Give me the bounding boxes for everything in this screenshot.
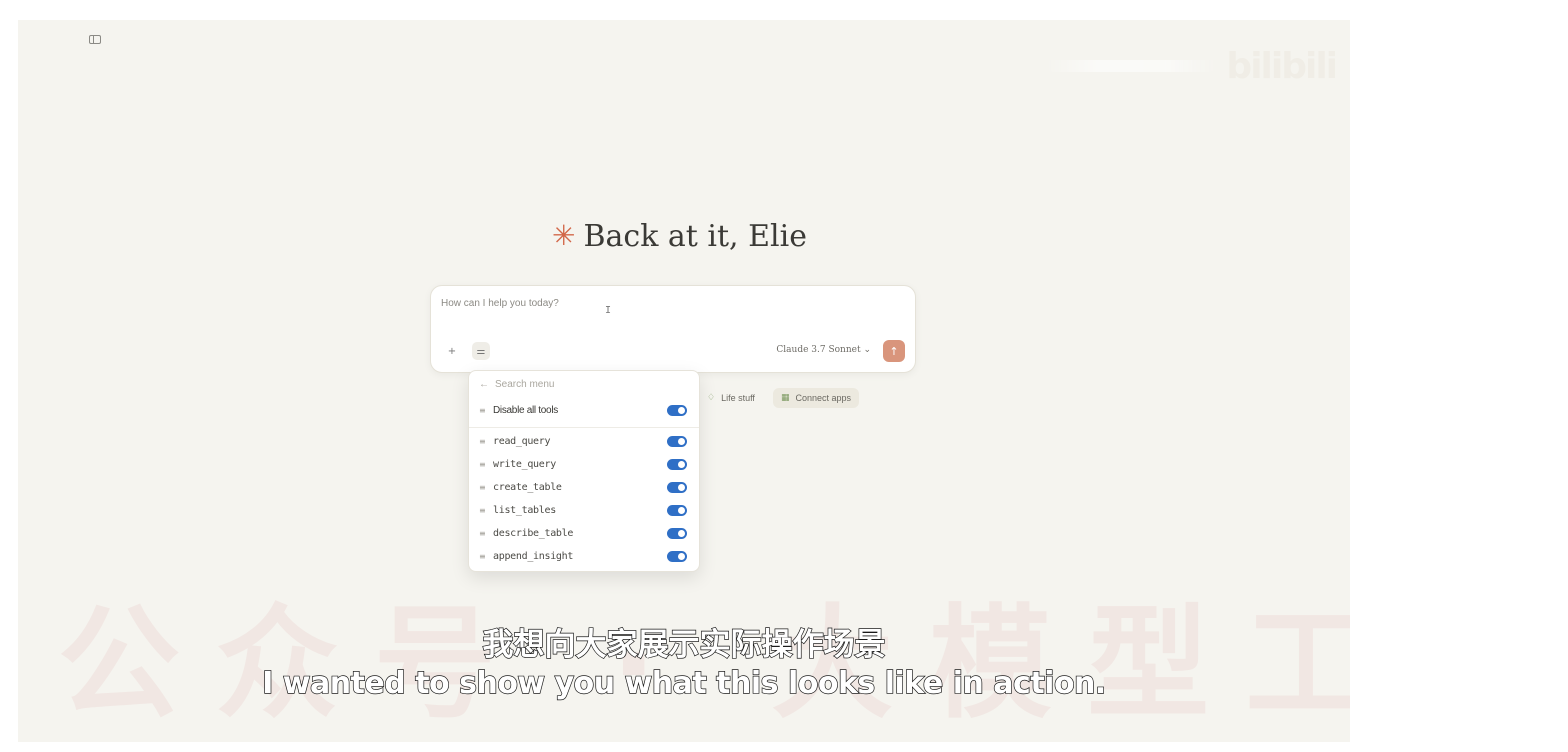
tool-icon: ≡ [479, 528, 486, 538]
watermark-blur [1046, 60, 1217, 72]
life-icon: ♢ [707, 393, 716, 403]
tool-row-list-tables[interactable]: ≡ list_tables [479, 501, 691, 519]
model-name: Claude 3.7 Sonnet [776, 345, 861, 355]
menu-divider [469, 427, 699, 428]
tool-name: describe_table [493, 527, 574, 539]
tool-name: create_table [493, 481, 562, 493]
menu-search-input[interactable]: Search menu [495, 379, 554, 390]
subtitle-english: I wanted to show you what this looks lik… [261, 665, 1107, 701]
tool-icon: ≡ [479, 436, 486, 446]
tool-row-write-query[interactable]: ≡ write_query [479, 455, 691, 473]
tool-name: list_tables [493, 504, 556, 516]
tools-icon: ≡ [479, 405, 486, 415]
chevron-down-icon: ⌄ [863, 345, 871, 355]
chip-life-stuff[interactable]: ♢ Life stuff [699, 388, 763, 408]
tools-dropdown: ← Search menu ≡ Disable all tools ≡ read… [468, 370, 700, 572]
plus-icon: + [447, 345, 457, 357]
tool-row-create-table[interactable]: ≡ create_table [479, 478, 691, 496]
tool-toggle[interactable] [667, 527, 687, 539]
tool-name: append_insight [493, 550, 574, 562]
message-composer[interactable]: How can I help you today? I + ⚌ Claude 3… [430, 285, 916, 373]
add-attachment-button[interactable]: + [443, 342, 461, 360]
tool-toggle[interactable] [667, 435, 687, 447]
subtitle-chinese: 我想向大家展示实际操作场景 [482, 626, 886, 663]
chip-label: Life stuff [721, 393, 755, 403]
send-button[interactable]: ↑ [883, 340, 905, 362]
sliders-icon: ⚌ [476, 345, 486, 357]
message-input[interactable]: How can I help you today? [441, 298, 559, 309]
tool-icon: ≡ [479, 459, 486, 469]
disable-all-label: Disable all tools [493, 404, 558, 416]
chip-connect-apps[interactable]: ▦ Connect apps [772, 388, 859, 408]
greeting: ✳ Back at it, Elie [552, 216, 807, 256]
menu-search[interactable]: ← Search menu [479, 379, 554, 390]
tool-icon: ≡ [479, 482, 486, 492]
disable-all-toggle[interactable] [667, 404, 687, 416]
back-arrow-icon[interactable]: ← [479, 379, 489, 390]
tool-toggle[interactable] [667, 504, 687, 516]
tool-row-append-insight[interactable]: ≡ append_insight [479, 547, 691, 565]
disable-all-tools-row[interactable]: ≡ Disable all tools [479, 401, 691, 419]
brand-watermark: bilibili [1226, 45, 1338, 87]
app-window: bilibili ✳ Back at it, Elie How can I he… [18, 20, 1350, 742]
tools-menu-button[interactable]: ⚌ [472, 342, 490, 360]
model-selector[interactable]: Claude 3.7 Sonnet ⌄ [776, 345, 871, 355]
tool-icon: ≡ [479, 551, 486, 561]
text-cursor-icon: I [605, 305, 612, 316]
tool-icon: ≡ [479, 505, 486, 515]
top-watermark: bilibili [1046, 44, 1338, 88]
claude-spark-icon: ✳ [552, 219, 576, 252]
tool-toggle[interactable] [667, 458, 687, 470]
apps-icon: ▦ [780, 393, 790, 403]
tool-row-describe-table[interactable]: ≡ describe_table [479, 524, 691, 542]
arrow-up-icon: ↑ [889, 344, 899, 358]
tool-toggle[interactable] [667, 550, 687, 562]
sidebar-toggle-icon[interactable] [89, 35, 101, 44]
chip-label: Connect apps [795, 393, 851, 403]
greeting-text: Back at it, Elie [583, 218, 807, 254]
tool-row-read-query[interactable]: ≡ read_query [479, 432, 691, 450]
suggestion-chips: ♢ Life stuff ▦ Connect apps [699, 388, 859, 408]
tool-name: write_query [493, 458, 556, 470]
tool-toggle[interactable] [667, 481, 687, 493]
tool-name: read_query [493, 435, 551, 447]
